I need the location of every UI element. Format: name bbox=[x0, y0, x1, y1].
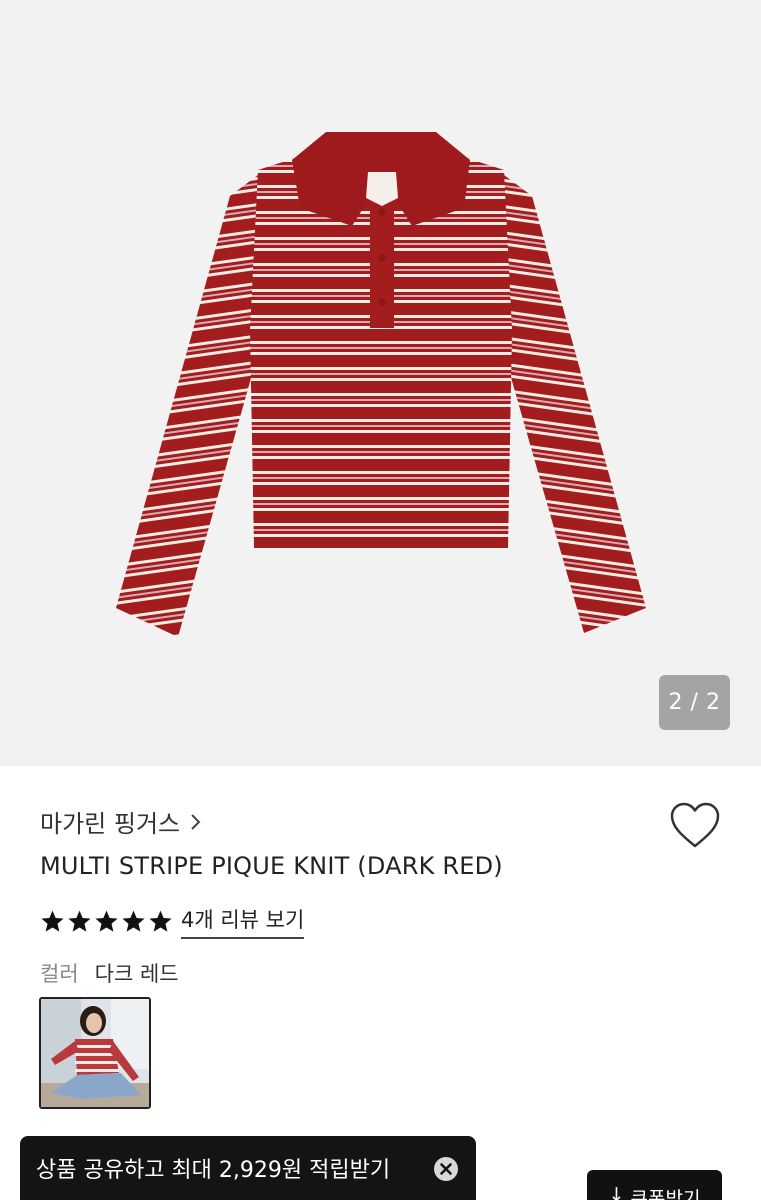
star-filled-icon bbox=[149, 910, 172, 932]
coupon-label: 쿠폰받기 bbox=[630, 1188, 701, 1200]
star-filled-icon bbox=[68, 910, 91, 932]
product-image bbox=[116, 132, 646, 637]
star-filled-icon bbox=[122, 910, 145, 932]
brand-link[interactable]: 마가린 핑거스 bbox=[40, 804, 202, 839]
star-filled-icon bbox=[41, 910, 64, 932]
model-photo bbox=[41, 999, 149, 1107]
color-label: 컬러 bbox=[40, 962, 79, 986]
image-page-indicator: 2 / 2 bbox=[659, 675, 730, 730]
heart-outline-icon[interactable] bbox=[668, 801, 722, 851]
review-link[interactable]: 4개 리뷰 보기 bbox=[181, 904, 305, 939]
color-row: 컬러 다크 레드 bbox=[40, 958, 179, 988]
brand-name: 마가린 핑거스 bbox=[40, 810, 181, 838]
rating-stars bbox=[40, 909, 173, 934]
share-reward-banner[interactable]: 상품 공유하고 최대 2,929원 적립받기 bbox=[20, 1136, 476, 1200]
share-reward-text: 상품 공유하고 최대 2,929원 적립받기 bbox=[36, 1158, 391, 1183]
product-title: MULTI STRIPE PIQUE KNIT (DARK RED) bbox=[40, 852, 503, 880]
close-circle-icon[interactable] bbox=[433, 1156, 459, 1182]
chevron-right-icon bbox=[191, 813, 201, 830]
arrow-down-icon: ↓ bbox=[608, 1184, 625, 1200]
color-value: 다크 레드 bbox=[94, 962, 179, 986]
rating-row: 4개 리뷰 보기 bbox=[40, 904, 305, 939]
star-filled-icon bbox=[95, 910, 118, 932]
color-swatch-thumbnail[interactable] bbox=[39, 997, 151, 1109]
coupon-download-button[interactable]: ↓ 쿠폰받기 bbox=[587, 1170, 722, 1200]
product-image-gallery[interactable]: 2 / 2 bbox=[0, 0, 761, 766]
